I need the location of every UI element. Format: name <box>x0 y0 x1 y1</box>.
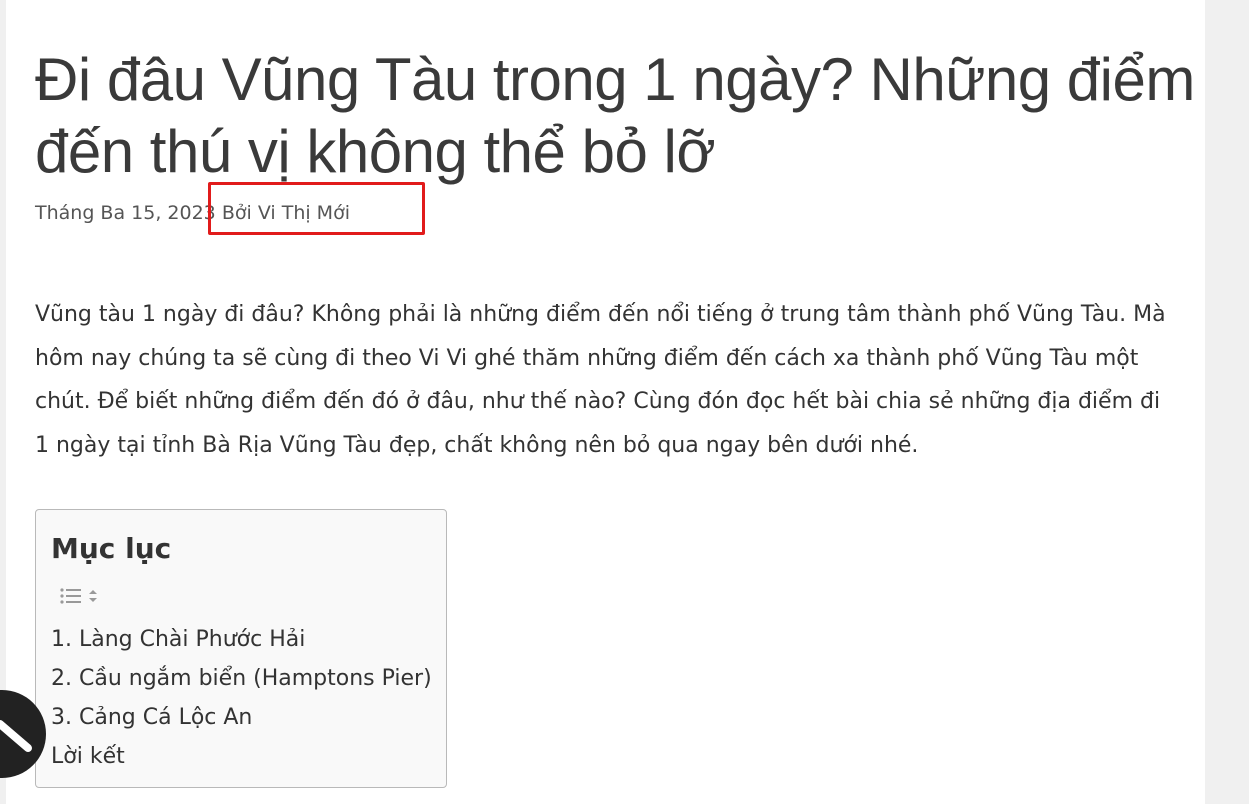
right-gutter <box>1205 0 1249 804</box>
toc-item[interactable]: 1. Làng Chài Phước Hải <box>51 620 432 659</box>
list-toggle-icon[interactable] <box>58 585 100 609</box>
author-highlight-box <box>208 182 425 235</box>
post-date[interactable]: Tháng Ba 15, 2023 <box>35 202 216 224</box>
article-title: Đi đâu Vũng Tàu trong 1 ngày? Những điểm… <box>35 46 1195 185</box>
toc-item[interactable]: Lời kết <box>51 737 432 776</box>
toc-title: Mục lục <box>51 532 172 565</box>
table-of-contents: Mục lục 1. Làng Chài Phước Hải 2. Cầu ng… <box>35 509 447 788</box>
article-page: Đi đâu Vũng Tàu trong 1 ngày? Những điểm… <box>0 0 1205 804</box>
article-intro: Vũng tàu 1 ngày đi đâu? Không phải là nh… <box>35 302 1166 458</box>
chevron-up-icon <box>0 720 32 752</box>
toc-list: 1. Làng Chài Phước Hải 2. Cầu ngắm biển … <box>51 620 432 776</box>
toc-item[interactable]: 3. Cảng Cá Lộc An <box>51 698 432 737</box>
toc-item[interactable]: 2. Cầu ngắm biển (Hamptons Pier) <box>51 659 432 698</box>
